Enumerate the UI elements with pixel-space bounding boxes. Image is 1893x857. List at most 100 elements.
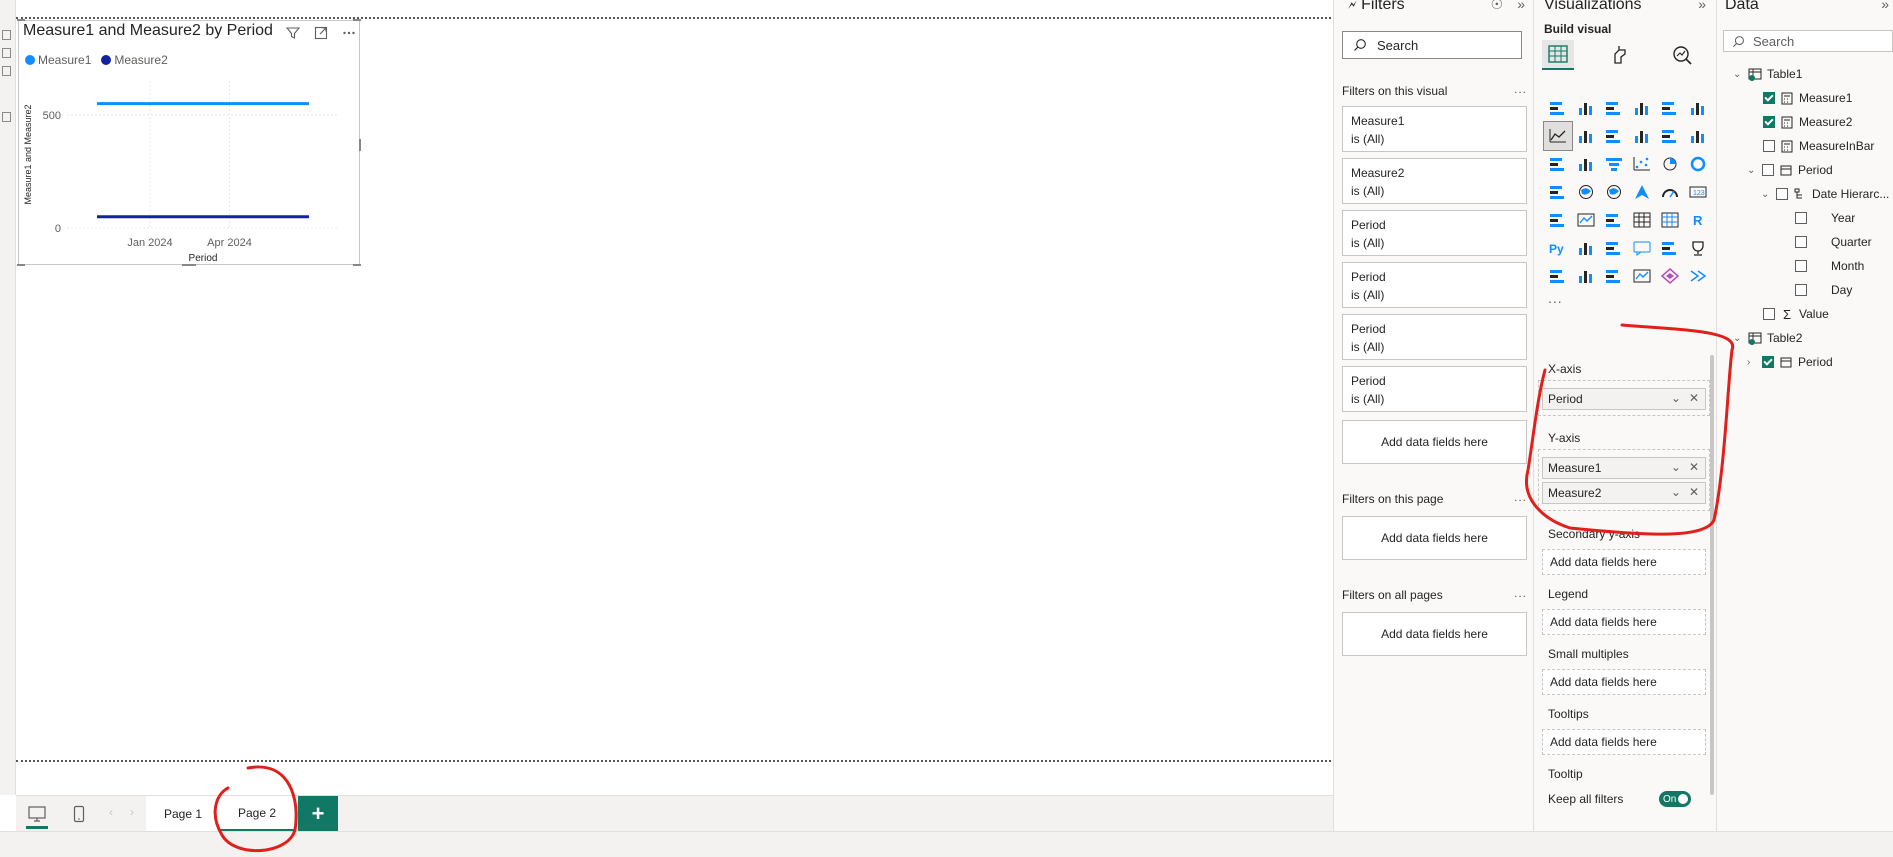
card-icon[interactable]: 123 bbox=[1684, 178, 1712, 206]
100-stacked-bar-chart-icon[interactable] bbox=[1656, 94, 1684, 122]
slicer-icon[interactable] bbox=[1600, 206, 1628, 234]
multi-row-card-icon[interactable] bbox=[1544, 206, 1572, 234]
tree-measureinbar[interactable]: MeasureInBar bbox=[1763, 136, 1874, 156]
table-view-icon[interactable] bbox=[2, 30, 11, 40]
stacked-area-chart-icon[interactable] bbox=[1600, 122, 1628, 150]
quarter-checkbox[interactable] bbox=[1795, 236, 1807, 248]
area-chart-icon[interactable] bbox=[1572, 122, 1600, 150]
prev-page-arrow-icon[interactable]: ‹ bbox=[109, 805, 113, 819]
tree-value[interactable]: Σ Value bbox=[1763, 304, 1829, 324]
donut-chart-icon[interactable] bbox=[1684, 150, 1712, 178]
100-stacked-area-chart-icon[interactable] bbox=[1628, 122, 1656, 150]
more-visuals-icon[interactable]: ... bbox=[1548, 290, 1563, 306]
y-axis-field-measure1[interactable]: Measure1 ⌄ ✕ bbox=[1542, 457, 1706, 479]
stacked-bar-chart-icon[interactable] bbox=[1544, 94, 1572, 122]
visualizations-scrollbar[interactable] bbox=[1710, 355, 1714, 795]
line-chart-visual[interactable]: Measure1 and Measure2 by Period Measure1… bbox=[17, 19, 361, 266]
tree-year[interactable]: Year bbox=[1795, 208, 1855, 228]
chevron-down-icon[interactable]: ⌄ bbox=[1733, 333, 1743, 344]
chevron-right-icon[interactable]: › bbox=[1747, 357, 1757, 368]
analytics-tab-icon[interactable] bbox=[1666, 40, 1698, 70]
line-clustered-column-chart-icon[interactable] bbox=[1656, 122, 1684, 150]
pie-chart-icon[interactable] bbox=[1656, 150, 1684, 178]
tab-page-1[interactable]: Page 1 bbox=[146, 796, 221, 832]
power-apps-icon[interactable] bbox=[1572, 262, 1600, 290]
date-hierarchy-checkbox[interactable] bbox=[1776, 188, 1788, 200]
desktop-layout-icon[interactable] bbox=[24, 802, 50, 826]
filters-on-page-more-icon[interactable]: ... bbox=[1514, 490, 1527, 504]
tree-table2-period[interactable]: › Period bbox=[1747, 352, 1833, 372]
decomposition-tree-icon[interactable] bbox=[1600, 234, 1628, 262]
tab-page-2[interactable]: Page 2 bbox=[220, 796, 295, 832]
tree-date-hierarchy[interactable]: ⌄ Date Hierarc... bbox=[1761, 184, 1889, 204]
smart-narrative-icon[interactable] bbox=[1656, 234, 1684, 262]
dax-view-icon[interactable] bbox=[2, 66, 11, 76]
clustered-column-chart-icon[interactable] bbox=[1628, 94, 1656, 122]
tooltips-well-add[interactable]: Add data fields here bbox=[1542, 729, 1706, 755]
diamond-visual-icon[interactable] bbox=[1656, 262, 1684, 290]
matrix-icon[interactable] bbox=[1656, 206, 1684, 234]
key-influencers-icon[interactable] bbox=[1572, 234, 1600, 262]
filter-card-measure2[interactable]: Measure2 is (All) bbox=[1342, 158, 1527, 204]
tree-quarter[interactable]: Quarter bbox=[1795, 232, 1872, 252]
table2-period-checkbox[interactable] bbox=[1762, 356, 1774, 368]
build-visual-tab-icon[interactable] bbox=[1542, 40, 1574, 70]
mobile-layout-icon[interactable] bbox=[66, 802, 92, 826]
measureinbar-checkbox[interactable] bbox=[1763, 140, 1775, 152]
treemap-icon[interactable] bbox=[1544, 178, 1572, 206]
day-checkbox[interactable] bbox=[1795, 284, 1807, 296]
paginated-report-icon[interactable] bbox=[1544, 262, 1572, 290]
tree-table2[interactable]: ⌄ Table2 bbox=[1733, 328, 1802, 348]
tree-measure2[interactable]: Measure2 bbox=[1763, 112, 1852, 132]
gauge-icon[interactable] bbox=[1656, 178, 1684, 206]
measure1-checkbox[interactable] bbox=[1763, 92, 1775, 104]
r-script-icon[interactable]: R bbox=[1684, 206, 1712, 234]
kpi-icon[interactable] bbox=[1572, 206, 1600, 234]
filter-card-measure1[interactable]: Measure1 is (All) bbox=[1342, 106, 1527, 152]
report-canvas[interactable]: Measure1 and Measure2 by Period Measure1… bbox=[16, 0, 1333, 795]
period-checkbox[interactable] bbox=[1762, 164, 1774, 176]
waterfall-chart-icon[interactable] bbox=[1572, 150, 1600, 178]
collapse-visualizations-icon[interactable]: » bbox=[1698, 0, 1706, 12]
collapse-data-icon[interactable]: » bbox=[1881, 0, 1889, 12]
tree-table1[interactable]: ⌄ Table1 bbox=[1733, 64, 1802, 84]
filters-all-pages-more-icon[interactable]: ... bbox=[1514, 586, 1527, 600]
tree-month[interactable]: Month bbox=[1795, 256, 1864, 276]
report-view-icon[interactable] bbox=[2, 112, 11, 122]
chevron-down-icon[interactable]: ⌄ bbox=[1761, 189, 1771, 200]
new-card-icon[interactable] bbox=[1628, 262, 1656, 290]
filters-page-add-fields[interactable]: Add data fields here bbox=[1342, 516, 1527, 560]
remove-field-icon[interactable]: ✕ bbox=[1689, 391, 1699, 405]
line-stacked-column-chart-icon[interactable] bbox=[1684, 122, 1712, 150]
azure-map-icon[interactable] bbox=[1628, 178, 1656, 206]
chevron-down-icon[interactable]: ⌄ bbox=[1747, 165, 1757, 176]
metrics-icon[interactable] bbox=[1684, 234, 1712, 262]
chevron-down-icon[interactable]: ⌄ bbox=[1671, 460, 1681, 474]
value-checkbox[interactable] bbox=[1763, 308, 1775, 320]
line-chart-icon[interactable] bbox=[1543, 121, 1573, 151]
chevron-down-icon[interactable]: ⌄ bbox=[1671, 485, 1681, 499]
filters-search-input[interactable]: Search bbox=[1342, 31, 1522, 59]
filter-card-period[interactable]: Period is (All) bbox=[1342, 366, 1527, 412]
model-view-icon[interactable] bbox=[2, 48, 11, 58]
100-stacked-column-chart-icon[interactable] bbox=[1684, 94, 1712, 122]
collapse-filters-icon[interactable]: » bbox=[1517, 0, 1525, 13]
legend-well-add[interactable]: Add data fields here bbox=[1542, 609, 1706, 635]
filled-map-icon[interactable] bbox=[1600, 178, 1628, 206]
filters-visual-add-fields[interactable]: Add data fields here bbox=[1342, 420, 1527, 464]
filters-all-add-fields[interactable]: Add data fields here bbox=[1342, 612, 1527, 656]
power-automate-icon[interactable] bbox=[1600, 262, 1628, 290]
add-page-button[interactable]: + bbox=[298, 796, 338, 832]
x-axis-field-period[interactable]: Period ⌄ ✕ bbox=[1542, 388, 1706, 410]
chevron-down-icon[interactable]: ⌄ bbox=[1671, 391, 1681, 405]
table-icon[interactable] bbox=[1628, 206, 1656, 234]
qa-icon[interactable] bbox=[1628, 234, 1656, 262]
hide-filters-eye-icon[interactable]: ☉ bbox=[1491, 0, 1504, 13]
funnel-chart-icon[interactable] bbox=[1600, 150, 1628, 178]
filter-card-period[interactable]: Period is (All) bbox=[1342, 314, 1527, 360]
secondary-y-axis-add[interactable]: Add data fields here bbox=[1542, 549, 1706, 575]
ribbon-chart-icon[interactable] bbox=[1544, 150, 1572, 178]
clustered-bar-chart-icon[interactable] bbox=[1600, 94, 1628, 122]
tree-measure1[interactable]: Measure1 bbox=[1763, 88, 1852, 108]
small-multiples-add[interactable]: Add data fields here bbox=[1542, 669, 1706, 695]
